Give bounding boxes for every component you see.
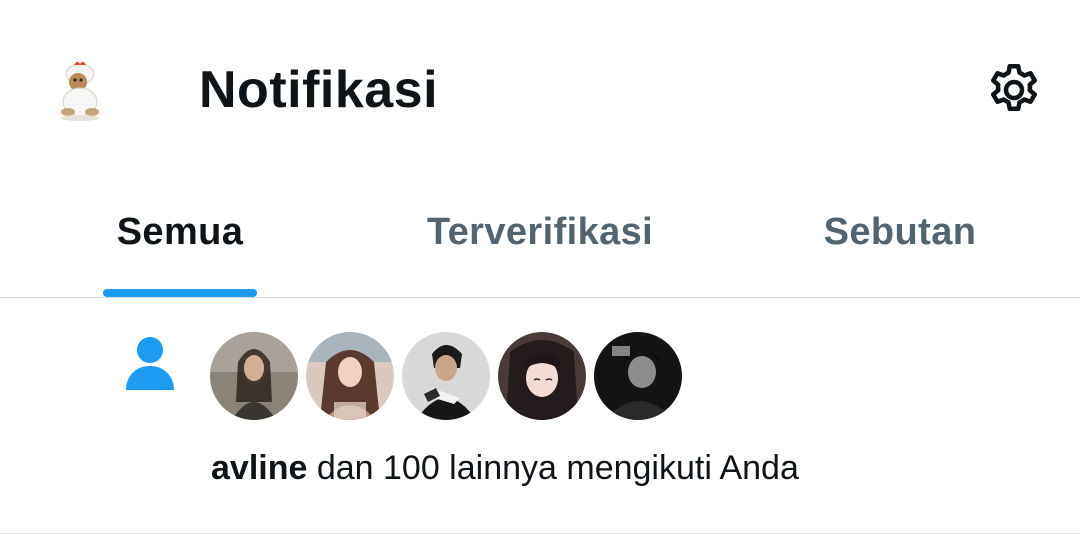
follower-avatar[interactable] bbox=[402, 332, 490, 420]
follower-avatar[interactable] bbox=[594, 332, 682, 420]
top-header: Notifikasi bbox=[0, 0, 1080, 180]
notification-text: avline dan 100 lainnya mengikuti Anda bbox=[211, 446, 799, 490]
tab-mentions-label: Sebutan bbox=[823, 211, 977, 253]
active-tab-indicator bbox=[103, 289, 257, 297]
follower-avatars bbox=[210, 332, 682, 420]
page-title: Notifikasi bbox=[199, 61, 439, 119]
tab-all-label: Semua bbox=[116, 211, 244, 253]
person-icon bbox=[126, 337, 174, 390]
notification-message: dan 100 lainnya mengikuti Anda bbox=[307, 449, 799, 487]
tab-mentions[interactable]: Sebutan bbox=[720, 180, 1080, 297]
tab-verified-label: Terverifikasi bbox=[426, 211, 654, 253]
follower-avatar[interactable] bbox=[306, 332, 394, 420]
tab-verified[interactable]: Terverifikasi bbox=[360, 180, 720, 297]
tab-all[interactable]: Semua bbox=[0, 180, 360, 297]
user-link[interactable]: avline bbox=[211, 449, 307, 487]
follower-avatar[interactable] bbox=[210, 332, 298, 420]
gear-icon bbox=[991, 64, 1037, 111]
notification-item[interactable]: avline dan 100 lainnya mengikuti Anda bbox=[0, 298, 1080, 534]
follower-avatar[interactable] bbox=[498, 332, 586, 420]
notification-tabs: Semua Terverifikasi Sebutan bbox=[0, 180, 1080, 298]
settings-button[interactable] bbox=[980, 56, 1048, 124]
profile-avatar[interactable] bbox=[46, 56, 114, 124]
